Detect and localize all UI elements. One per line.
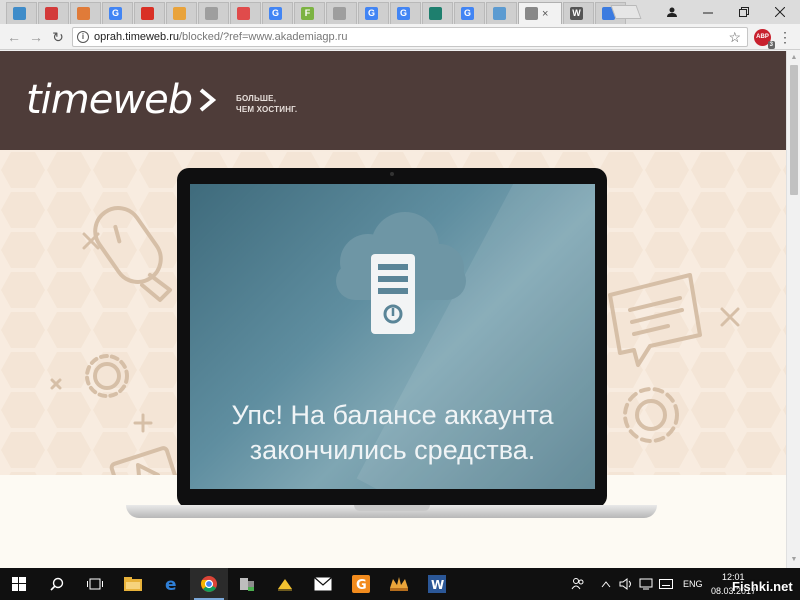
- tab-favicon-icon: W: [570, 7, 583, 20]
- mail-icon[interactable]: [304, 568, 342, 600]
- tab-favicon-icon: [205, 7, 218, 20]
- tab-close-icon[interactable]: ×: [542, 8, 548, 20]
- forward-icon[interactable]: →: [26, 27, 46, 47]
- scroll-down-icon[interactable]: ▼: [790, 556, 798, 564]
- browser-tab[interactable]: [166, 2, 197, 24]
- adblock-count-badge: 3: [767, 41, 775, 49]
- fishki-watermark: Fishki.net: [732, 579, 793, 594]
- windows-taskbar: e G W ENG 12:01 08.03.2017: [0, 568, 800, 600]
- browser-tab[interactable]: [38, 2, 69, 24]
- task-view-icon[interactable]: [76, 568, 114, 600]
- tagline: БОЛЬШЕ, ЧЕМ ХОСТИНГ.: [236, 93, 297, 115]
- browser-tab[interactable]: [6, 2, 37, 24]
- browser-tab[interactable]: G: [262, 2, 293, 24]
- tab-favicon-icon: [77, 7, 90, 20]
- browser-tab[interactable]: [134, 2, 165, 24]
- browser-tab[interactable]: [326, 2, 357, 24]
- bookmark-star-icon[interactable]: ☆: [728, 29, 741, 46]
- tab-favicon-icon: [333, 7, 346, 20]
- laptop-notch: [354, 505, 430, 511]
- tagline-line-2: ЧЕМ ХОСТИНГ.: [236, 105, 298, 114]
- browser-tab[interactable]: G: [390, 2, 421, 24]
- tab-favicon-icon: [13, 7, 26, 20]
- tab-favicon-icon: [173, 7, 186, 20]
- browser-menu-icon[interactable]: ⋮: [778, 30, 792, 44]
- tab-favicon-icon: [525, 7, 538, 20]
- tab-favicon-icon: G: [109, 7, 122, 20]
- site-info-icon[interactable]: i: [77, 31, 89, 43]
- tab-favicon-icon: [429, 7, 442, 20]
- tagline-line-1: БОЛЬШЕ,: [236, 94, 277, 103]
- start-windows-icon[interactable]: [0, 568, 38, 600]
- error-message-line-1: Упс! На балансе аккаунта: [231, 400, 554, 430]
- network-icon[interactable]: [636, 568, 656, 600]
- tab-favicon-icon: [237, 7, 250, 20]
- svg-text:W: W: [431, 578, 444, 592]
- browser-tab[interactable]: [486, 2, 517, 24]
- browser-tab[interactable]: G: [358, 2, 389, 24]
- new-tab-button[interactable]: [610, 5, 642, 19]
- logo-chevron-icon: [199, 88, 216, 112]
- browser-tab[interactable]: F: [294, 2, 325, 24]
- language-indicator[interactable]: ENG: [683, 579, 703, 589]
- browser-tab[interactable]: W: [563, 2, 594, 24]
- site-header: timeweb БОЛЬШЕ, ЧЕМ ХОСТИНГ.: [0, 51, 786, 150]
- orange-app-icon[interactable]: G: [342, 568, 380, 600]
- svg-text:e: e: [165, 575, 177, 593]
- browser-tab[interactable]: [422, 2, 453, 24]
- word-icon[interactable]: W: [418, 568, 456, 600]
- close-window-icon[interactable]: [762, 0, 798, 24]
- url-text[interactable]: oprah.timeweb.ru/blocked/?ref=www.akadem…: [94, 31, 347, 43]
- keyboard-icon[interactable]: [656, 568, 676, 600]
- browser-toolbar: ← → ↻ i oprah.timeweb.ru/blocked/?ref=ww…: [0, 24, 800, 50]
- adblock-extension-icon[interactable]: ABP 3: [754, 29, 775, 49]
- search-icon[interactable]: [38, 568, 76, 600]
- timeweb-logo[interactable]: timeweb: [26, 77, 193, 123]
- error-message-line-2: закончились средства.: [249, 435, 536, 465]
- minimize-icon[interactable]: [690, 0, 726, 24]
- tab-favicon-icon: G: [365, 7, 378, 20]
- edge-icon[interactable]: e: [152, 568, 190, 600]
- tab-favicon-icon: F: [301, 7, 314, 20]
- svg-text:G: G: [356, 578, 367, 593]
- browser-tab[interactable]: [70, 2, 101, 24]
- adblock-label: ABP: [756, 34, 769, 40]
- people-icon[interactable]: [566, 568, 590, 600]
- volume-icon[interactable]: [616, 568, 636, 600]
- crown-app-icon[interactable]: [380, 568, 418, 600]
- browser-tab[interactable]: [230, 2, 261, 24]
- browser-tab[interactable]: G: [454, 2, 485, 24]
- blocks-app-icon[interactable]: [228, 568, 266, 600]
- browser-tab[interactable]: [198, 2, 229, 24]
- url-host: oprah.timeweb.ru: [94, 31, 179, 43]
- file-explorer-icon[interactable]: [114, 568, 152, 600]
- tab-favicon-icon: G: [461, 7, 474, 20]
- tab-favicon-icon: [141, 7, 154, 20]
- reload-icon[interactable]: ↻: [48, 27, 68, 47]
- back-icon[interactable]: ←: [4, 27, 24, 47]
- tab-favicon-icon: G: [269, 7, 282, 20]
- tray-chevron-up-icon[interactable]: [596, 568, 616, 600]
- yellow-app-icon[interactable]: [266, 568, 304, 600]
- scroll-up-icon[interactable]: ▲: [790, 54, 798, 62]
- laptop-camera: [390, 172, 394, 176]
- address-bar[interactable]: i oprah.timeweb.ru/blocked/?ref=www.akad…: [72, 27, 748, 47]
- restore-icon[interactable]: [726, 0, 762, 24]
- tab-favicon-icon: G: [397, 7, 410, 20]
- browser-tab[interactable]: G: [102, 2, 133, 24]
- profile-icon[interactable]: [654, 0, 690, 24]
- tab-favicon-icon: [493, 7, 506, 20]
- chrome-icon[interactable]: [190, 568, 228, 600]
- browser-tab[interactable]: ×: [518, 2, 562, 24]
- tab-favicon-icon: [45, 7, 58, 20]
- page-scrollbar[interactable]: ▲ ▼: [786, 51, 800, 568]
- url-path: /blocked/?ref=www.akademiagp.ru: [179, 31, 348, 43]
- scrollbar-thumb[interactable]: [790, 65, 798, 195]
